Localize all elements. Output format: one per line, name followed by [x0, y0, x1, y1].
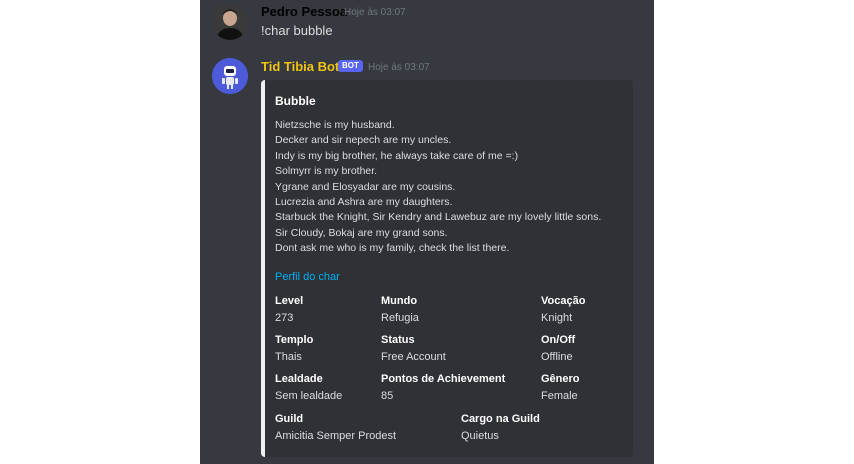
embed-description: Nietzsche is my husband. Decker and sir … [275, 118, 635, 257]
description-line: Dont ask me who is my family, check the … [275, 242, 510, 255]
field-value: Sem lealdade [275, 390, 343, 402]
description-line: Nietzsche is my husband. [275, 119, 395, 131]
field-name: Mundo [381, 295, 418, 307]
message-content: !char bubble [261, 23, 333, 38]
field-value: Female [541, 390, 578, 402]
field-status: Status Free Account [381, 333, 446, 364]
field-loyalty: Lealdade Sem lealdade [275, 372, 342, 403]
field-value: Offline [541, 351, 573, 363]
field-name: Vocação [541, 295, 586, 307]
field-value: 273 [275, 312, 294, 324]
chat-panel: Pedro Pessoa Hoje às 03:07 !char bubble … [200, 0, 654, 464]
message-timestamp: Hoje às 03:07 [368, 62, 430, 73]
bot-avatar[interactable] [212, 58, 248, 94]
robot-icon [212, 58, 248, 94]
field-achievement-points: Pontos de Achievement 85 [381, 372, 505, 403]
field-name: Gênero [541, 373, 580, 385]
field-vocation: Vocação Knight [541, 294, 585, 325]
profile-link[interactable]: Perfil do char [275, 270, 340, 284]
message-author[interactable]: Pedro Pessoa [261, 4, 347, 20]
field-level: Level 273 [275, 294, 303, 325]
field-name: On/Off [541, 334, 576, 346]
field-value: Quietus [461, 430, 499, 442]
bot-badge: BOT [338, 60, 363, 72]
description-line: Decker and sir nepech are my uncles. [275, 134, 452, 147]
field-gender: Gênero Female [541, 372, 580, 403]
field-name: Pontos de Achievement [381, 373, 506, 385]
description-line: Lucrezia and Ashra are my daughters. [275, 196, 453, 209]
field-guild-rank: Cargo na Guild Quietus [461, 412, 540, 443]
description-line: Ygrane and Elosyadar are my cousins. [275, 180, 456, 193]
field-guild: Guild Amicitia Semper Prodest [275, 412, 396, 443]
field-value: Free Account [381, 351, 446, 363]
message-timestamp: Hoje às 03:07 [344, 7, 406, 18]
field-value: 85 [381, 390, 394, 402]
field-name: Guild [275, 413, 304, 425]
description-line: Solmyrr is my brother. [275, 165, 378, 178]
description-line: Indy is my big brother, he always take c… [275, 149, 519, 162]
field-name: Cargo na Guild [461, 413, 540, 425]
field-temple: Templo Thais [275, 333, 313, 364]
character-embed: Bubble Nietzsche is my husband. Decker a… [261, 80, 633, 457]
field-name: Lealdade [275, 373, 323, 385]
field-name: Templo [275, 334, 314, 346]
field-value: Amicitia Semper Prodest [275, 430, 397, 442]
user-avatar-icon [212, 4, 248, 40]
description-line: Starbuck the Knight, Sir Kendry and Lawe… [275, 211, 602, 224]
field-name: Level [275, 295, 304, 307]
description-line: Sir Cloudy, Bokaj are my grand sons. [275, 226, 448, 239]
embed-title: Bubble [275, 94, 316, 108]
field-world: Mundo Refugia [381, 294, 419, 325]
field-value: Knight [541, 312, 573, 324]
field-online-status: On/Off Offline [541, 333, 575, 364]
user-avatar[interactable] [212, 4, 248, 40]
field-name: Status [381, 334, 415, 346]
field-value: Refugia [381, 312, 419, 324]
bot-author[interactable]: Tid Tibia Bot [261, 59, 339, 75]
field-value: Thais [275, 351, 302, 363]
